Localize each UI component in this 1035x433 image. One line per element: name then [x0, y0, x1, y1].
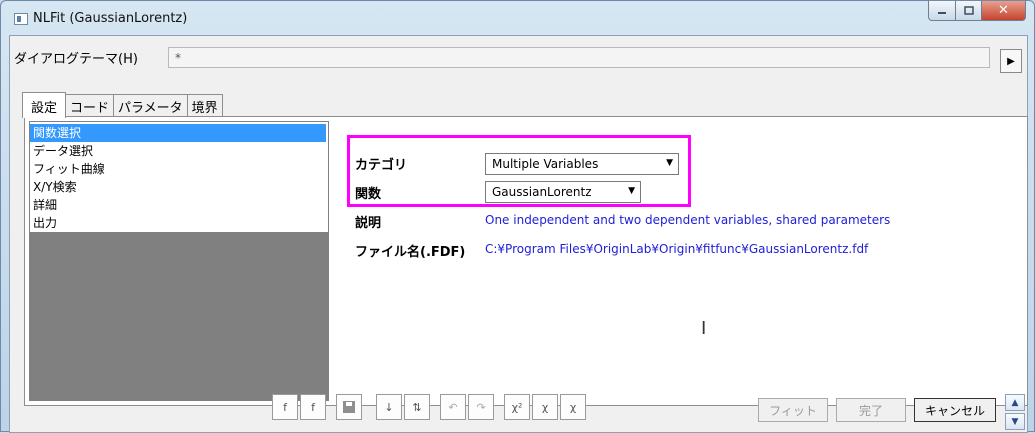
theme-value: *: [175, 51, 181, 65]
undo-button[interactable]: ↶: [440, 394, 466, 420]
tab-label: コード: [70, 101, 110, 116]
settings-pane: 関数選択 データ選択 フィット曲線 X/Y検索 詳細 出力 カテゴリ Multi…: [24, 116, 1028, 406]
function-value: GaussianLorentz: [492, 185, 592, 199]
theme-row: ダイアログテーマ(H) *: [10, 44, 1027, 68]
tab-bounds[interactable]: 境界: [186, 94, 223, 116]
theme-expand-button[interactable]: ▶: [1000, 49, 1022, 73]
text-cursor-icon: I: [701, 318, 707, 339]
cancel-label: キャンセル: [924, 403, 985, 418]
tab-parameters[interactable]: パラメータ: [113, 94, 188, 116]
nlfit-window: NLFit (GaussianLorentz) ✕ ダイアログテーマ(H) * …: [0, 0, 1035, 433]
fix-parameters-button[interactable]: ⇅: [404, 394, 430, 420]
minimize-button[interactable]: [928, 1, 956, 21]
settings-tree-items: 関数選択 データ選択 フィット曲線 X/Y検索 詳細 出力: [30, 122, 328, 232]
tab-settings[interactable]: 設定: [22, 92, 67, 118]
save-icon: [343, 401, 355, 413]
file-name-label: ファイル名(.FDF): [355, 245, 466, 260]
close-button[interactable]: ✕: [982, 1, 1026, 21]
tab-code[interactable]: コード: [65, 94, 115, 116]
tree-item-advanced[interactable]: 詳細: [30, 196, 328, 214]
tree-item-data-selection[interactable]: データ選択: [30, 142, 328, 160]
tab-label: パラメータ: [118, 101, 183, 116]
function-select[interactable]: GaussianLorentz ▼: [485, 181, 641, 203]
tab-label: 境界: [191, 101, 218, 116]
dialog-client: ダイアログテーマ(H) * ▶ 設定 コード パラメータ 境界 関数選択 データ…: [9, 35, 1028, 433]
redo-button[interactable]: ↷: [468, 394, 494, 420]
tree-item-function-selection[interactable]: 関数選択: [30, 124, 326, 142]
maximize-button[interactable]: [956, 1, 982, 21]
file-name-link[interactable]: C:¥Program Files¥OriginLab¥Origin¥fitfun…: [485, 242, 868, 256]
settings-tree[interactable]: 関数選択 データ選択 フィット曲線 X/Y検索 詳細 出力: [29, 121, 329, 401]
tree-item-xy-find[interactable]: X/Y検索: [30, 178, 328, 196]
chi-square-icon: χ²: [511, 400, 523, 414]
function-settings: カテゴリ Multiple Variables ▼ 関数 GaussianLor…: [337, 121, 1025, 401]
done-button[interactable]: 完了: [836, 398, 906, 422]
category-select[interactable]: Multiple Variables ▼: [485, 153, 679, 175]
done-label: 完了: [858, 403, 883, 418]
description-label: 説明: [355, 216, 382, 231]
tab-strip: 設定 コード パラメータ 境界: [22, 92, 223, 118]
theme-combo[interactable]: *: [168, 47, 990, 68]
init-parameters-icon: ↓: [384, 400, 394, 414]
play-right-icon: ▶: [1007, 55, 1015, 67]
collapse-up-button[interactable]: ▲: [1005, 394, 1025, 411]
fit-label: フィット: [769, 403, 817, 418]
description-value: One independent and two dependent variab…: [485, 213, 891, 227]
fit-until-converged-icon: χ: [569, 400, 577, 414]
dropdown-arrow-icon: ▼: [628, 186, 635, 196]
fit-until-converged-button[interactable]: χ: [560, 394, 586, 420]
title-bar[interactable]: NLFit (GaussianLorentz) ✕: [1, 1, 1034, 35]
window-controls: ✕: [928, 1, 1026, 23]
function-label: 関数: [355, 187, 382, 202]
dropdown-arrow-icon: ▼: [666, 158, 673, 168]
expand-down-button[interactable]: ▼: [1005, 413, 1025, 430]
chevron-down-icon: ▼: [1011, 416, 1019, 427]
window-title: NLFit (GaussianLorentz): [33, 11, 188, 26]
function-organizer-icon: f: [311, 400, 315, 414]
function-organizer-button[interactable]: f: [300, 394, 326, 420]
chi-square-button[interactable]: χ²: [504, 394, 530, 420]
fit-button[interactable]: フィット: [758, 398, 828, 422]
theme-label: ダイアログテーマ(H): [14, 52, 138, 67]
maximize-icon: [963, 6, 974, 15]
close-icon: ✕: [998, 3, 1009, 18]
fix-parameters-icon: ⇅: [412, 400, 422, 414]
init-parameters-button[interactable]: ↓: [376, 394, 402, 420]
tree-item-output[interactable]: 出力: [30, 214, 328, 232]
cancel-button[interactable]: キャンセル: [914, 398, 996, 422]
chevron-up-icon: ▲: [1011, 397, 1019, 408]
undo-icon: ↶: [448, 400, 458, 414]
minimize-icon: [938, 11, 946, 14]
window-icon[interactable]: [14, 13, 28, 25]
redo-icon: ↷: [476, 400, 486, 414]
category-label: カテゴリ: [355, 158, 408, 173]
save-button[interactable]: [336, 394, 362, 420]
tree-item-fitted-curves[interactable]: フィット曲線: [30, 160, 328, 178]
category-value: Multiple Variables: [492, 157, 599, 171]
function-builder-button[interactable]: f: [272, 394, 298, 420]
function-builder-icon: f: [283, 400, 287, 414]
one-iteration-button[interactable]: χ: [532, 394, 558, 420]
one-iteration-icon: χ: [541, 400, 549, 414]
tab-label: 設定: [31, 101, 58, 116]
